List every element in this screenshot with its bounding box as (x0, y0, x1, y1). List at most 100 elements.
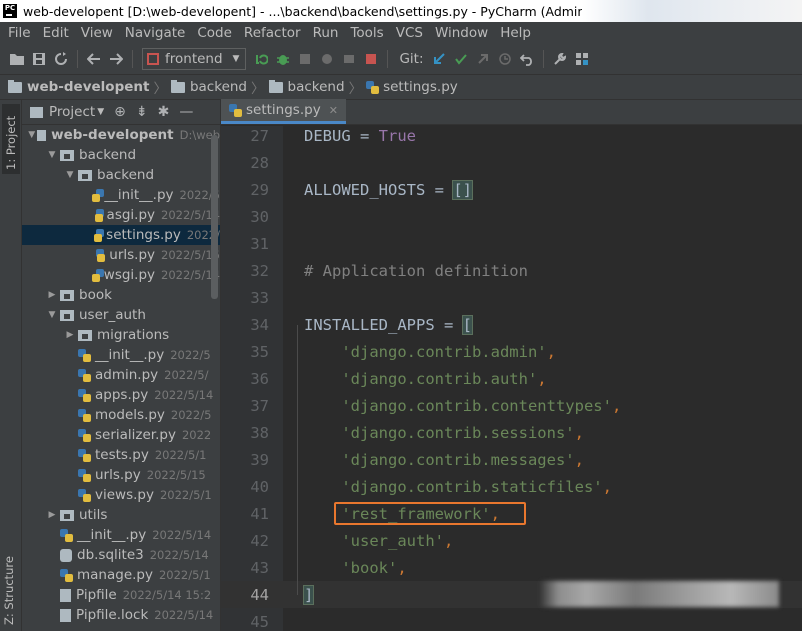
tree-item[interactable]: views.py 2022/5/1 (22, 485, 220, 505)
line-number: 32 (250, 261, 269, 280)
code-line[interactable]: 39 'django.contrib.messages', (221, 446, 802, 473)
menu-file[interactable]: File (2, 25, 37, 41)
tree-item[interactable]: ▶ utils (22, 505, 220, 525)
project-tree-scrollbar[interactable] (211, 135, 218, 299)
code-line[interactable]: 45 (221, 608, 802, 631)
menu-view[interactable]: View (75, 25, 119, 41)
menu-tools[interactable]: Tools (344, 25, 389, 41)
tree-item[interactable]: ▶ book (22, 285, 220, 305)
git-push-icon[interactable] (472, 48, 494, 70)
code-line[interactable]: 37 'django.contrib.contenttypes', (221, 392, 802, 419)
sync-icon[interactable] (50, 48, 72, 70)
python-file-icon (78, 428, 91, 442)
code-line[interactable]: 38 'django.contrib.sessions', (221, 419, 802, 446)
breadcrumb-item-backend[interactable]: backend 〉 (170, 77, 269, 97)
hide-panel-icon[interactable]: — (179, 104, 193, 120)
breadcrumb: web-developent 〉 backend 〉 backend 〉 set… (0, 74, 802, 100)
tree-item[interactable]: Pipfile.lock 2022/5/14 (22, 605, 220, 625)
tree-item[interactable]: __init__.py 2022/5 (22, 185, 220, 205)
git-update-icon[interactable] (428, 48, 450, 70)
run-configuration-selector[interactable]: frontend ▼ (142, 48, 247, 70)
project-tool-tab[interactable]: 1: Project (2, 104, 20, 174)
tree-item[interactable]: serializer.py 2022 (22, 425, 220, 445)
line-number: 44 (250, 585, 269, 604)
code-line[interactable]: 28 (221, 149, 802, 176)
project-view-selector[interactable]: Project (49, 104, 95, 120)
expand-arrow-icon[interactable]: ▼ (64, 170, 76, 180)
locate-target-icon[interactable]: ⊕ (114, 104, 126, 120)
tree-item[interactable]: ▼ backend (22, 145, 220, 165)
tree-item[interactable]: ▼ backend (22, 165, 220, 185)
save-icon[interactable] (28, 48, 50, 70)
tree-item[interactable]: Pipfile 2022/5/14 15:2 (22, 585, 220, 605)
code-line[interactable]: 34 INSTALLED_APPS = [ (221, 311, 802, 338)
tree-item[interactable]: admin.py 2022/5/ (22, 365, 220, 385)
expand-arrow-icon[interactable]: ▼ (46, 150, 58, 160)
gear-icon[interactable]: ✱ (158, 104, 170, 120)
menu-help[interactable]: Help (494, 25, 537, 41)
menu-refactor[interactable]: Refactor (238, 25, 307, 41)
tree-item[interactable]: manage.py 2022/5/1 (22, 565, 220, 585)
tree-item[interactable]: asgi.py 2022/5/14 (22, 205, 220, 225)
collapse-arrow-icon[interactable]: ▶ (46, 290, 58, 300)
menu-vcs[interactable]: VCS (390, 25, 429, 41)
close-icon[interactable]: ✕ (329, 104, 338, 117)
concurrency-icon[interactable] (338, 48, 360, 70)
tree-item[interactable]: __init__.py 2022/5/14 (22, 525, 220, 545)
stop-icon[interactable] (360, 48, 382, 70)
code-line[interactable]: 33 (221, 284, 802, 311)
forward-arrow-icon[interactable] (105, 48, 127, 70)
menu-run[interactable]: Run (307, 25, 345, 41)
code-line[interactable]: 35 'django.contrib.admin', (221, 338, 802, 365)
tree-item[interactable]: ▼ web-developent D:\web (22, 125, 220, 145)
tree-item[interactable]: settings.py 2022/ (22, 225, 220, 245)
profile-icon[interactable] (316, 48, 338, 70)
code-line[interactable]: 31 (221, 230, 802, 257)
code-line[interactable]: 42 'user_auth', (221, 527, 802, 554)
breadcrumb-item-backend-inner[interactable]: backend 〉 (268, 77, 367, 97)
tree-item[interactable]: urls.py 2022/5/15 (22, 465, 220, 485)
code-line[interactable]: 32 # Application definition (221, 257, 802, 284)
collapse-all-icon[interactable]: ⇟ (136, 104, 148, 120)
menu-navigate[interactable]: Navigate (119, 25, 192, 41)
code-line[interactable]: 27 DEBUG = True (221, 122, 802, 149)
expand-arrow-icon[interactable]: ▼ (46, 310, 58, 320)
chevron-down-icon[interactable]: ▼ (97, 107, 104, 117)
git-rollback-icon[interactable] (516, 48, 538, 70)
tree-item[interactable]: tests.py 2022/5/1 (22, 445, 220, 465)
breadcrumb-item-settings[interactable]: settings.py (366, 79, 458, 95)
open-folder-icon[interactable] (6, 48, 28, 70)
debug-bug-icon[interactable] (272, 48, 294, 70)
git-commit-check-icon[interactable] (450, 48, 472, 70)
collapse-arrow-icon[interactable]: ▶ (46, 510, 58, 520)
project-structure-icon[interactable] (571, 48, 593, 70)
tree-item[interactable]: ▼ user_auth (22, 305, 220, 325)
breadcrumb-item-project[interactable]: web-developent 〉 (8, 77, 171, 97)
tree-item[interactable]: __init__.py 2022/5 (22, 345, 220, 365)
tree-item[interactable]: ▶ migrations (22, 325, 220, 345)
code-line[interactable]: 43 'book', (221, 554, 802, 581)
git-history-icon[interactable] (494, 48, 516, 70)
expand-arrow-icon[interactable]: ▼ (28, 130, 35, 140)
tree-item[interactable]: models.py 2022/5 (22, 405, 220, 425)
menu-code[interactable]: Code (191, 25, 238, 41)
tree-item-meta: 2022/5 (170, 408, 212, 422)
code-line[interactable]: 30 (221, 203, 802, 230)
code-line[interactable]: 29 ALLOWED_HOSTS = [] (221, 176, 802, 203)
back-arrow-icon[interactable] (83, 48, 105, 70)
menu-window[interactable]: Window (429, 25, 494, 41)
tree-item[interactable]: wsgi.py 2022/5/14 (22, 265, 220, 285)
tree-item[interactable]: urls.py 2022/5/15 (22, 245, 220, 265)
menu-edit[interactable]: Edit (37, 25, 75, 41)
tree-item[interactable]: db.sqlite3 2022/5/14 (22, 545, 220, 565)
code-line[interactable]: 40 'django.contrib.staticfiles', (221, 473, 802, 500)
rerun-icon[interactable] (250, 48, 272, 70)
tree-item[interactable]: apps.py 2022/5/14 (22, 385, 220, 405)
tree-item-label: wsgi.py (103, 267, 156, 283)
wrench-settings-icon[interactable] (549, 48, 571, 70)
tab-settings-py[interactable]: settings.py ✕ (221, 99, 346, 124)
coverage-icon[interactable] (294, 48, 316, 70)
code-line[interactable]: 36 'django.contrib.auth', (221, 365, 802, 392)
collapse-arrow-icon[interactable]: ▶ (64, 330, 76, 340)
structure-tool-tab[interactable]: Z: Structure (2, 535, 16, 625)
